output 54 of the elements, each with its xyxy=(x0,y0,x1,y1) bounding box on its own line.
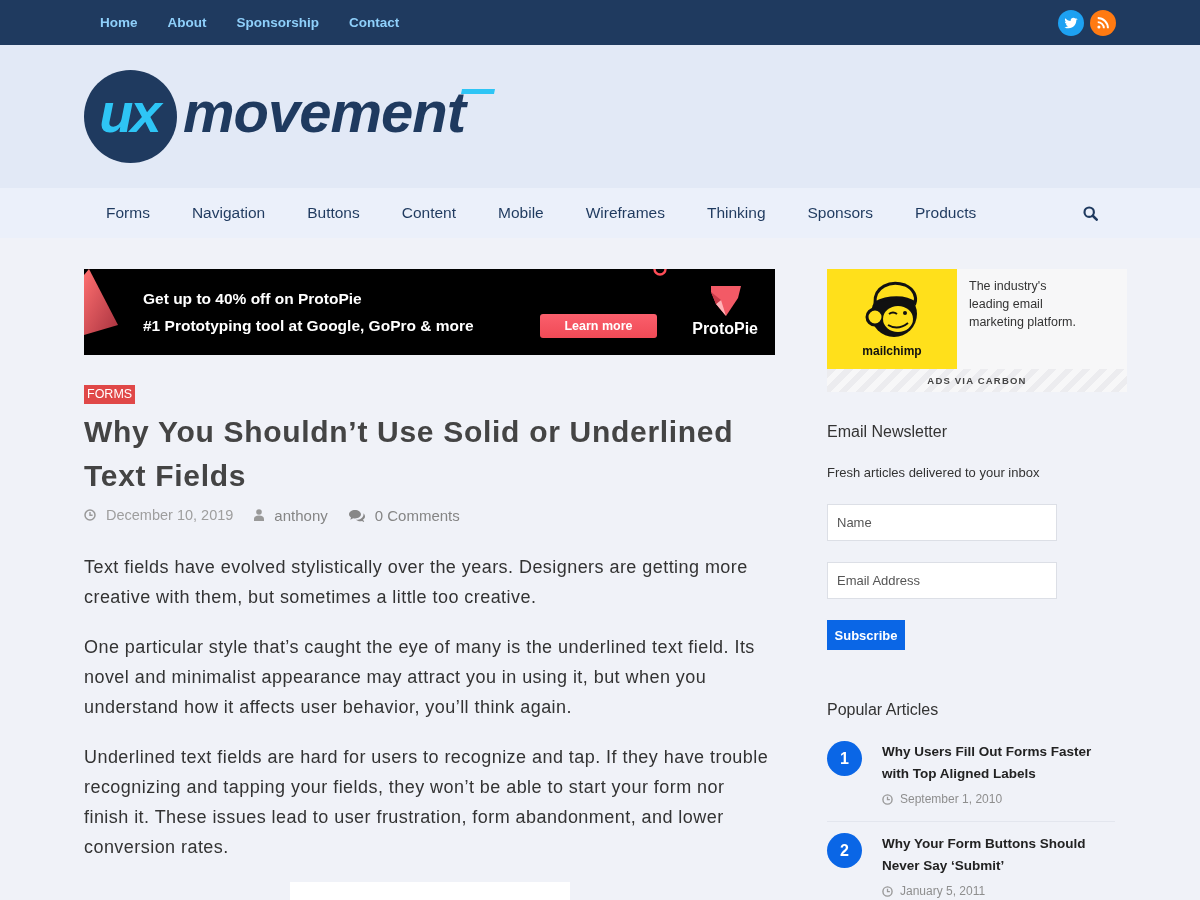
widget-description: Fresh articles delivered to your inbox xyxy=(827,465,1041,481)
clock-icon xyxy=(882,885,893,897)
nav-link[interactable]: About xyxy=(167,15,207,30)
rss-icon[interactable] xyxy=(1090,9,1116,36)
logo-wordmark[interactable]: movement xyxy=(183,82,466,151)
paragraph: Underlined text fields are hard for users to recognize and tap. If they have trouble recognizing and tapping your fields, they won’t be able to start your form nor finish it. These issues lead to user frustration, form abandonment, and lower conversion rates. xyxy=(84,746,770,859)
ring-icon xyxy=(653,269,667,276)
article-link[interactable]: Why Users Fill Out Forms Faster with Top Aligned Labels xyxy=(882,741,1115,785)
ad-card[interactable]: mailchimp The industry's leading email marketing platform. ADS VIA CARBON xyxy=(827,269,1127,392)
speech-bubbles-icon xyxy=(348,508,365,522)
nav-link[interactable]: Products xyxy=(894,204,998,222)
input-field[interactable]: Email Address xyxy=(827,562,1057,599)
post-date: January 5, 2011 xyxy=(900,884,986,898)
nav-link[interactable]: Content xyxy=(380,204,478,222)
nav-link[interactable]: Thinking xyxy=(685,204,787,222)
banner-ad[interactable]: Get up to 40% off on ProtoPie #1 Prototyping tool at Google, GoPro & more Learn more ProtoPie xyxy=(84,269,775,355)
post-date: December 10, 2019 xyxy=(106,507,234,523)
post-date: September 1, 2010 xyxy=(900,792,1003,806)
subscribe-button[interactable]: Subscribe xyxy=(827,620,905,650)
rank-badge: 2 xyxy=(827,833,862,868)
article-title: Why You Shouldn’t Use Solid or Underlined Text Fields xyxy=(84,414,735,494)
ad-logo-tile[interactable]: mailchimp xyxy=(827,269,957,369)
widget-title: Popular Articles xyxy=(827,700,940,720)
nav-link[interactable]: Home xyxy=(100,15,138,30)
nav-link[interactable]: Navigation xyxy=(170,204,287,222)
paragraph: Text fields have evolved stylistically over the years. Designers are getting more creative with them, but sometimes a little too creative. xyxy=(84,556,749,609)
nav-link[interactable]: Mobile xyxy=(477,204,565,222)
logo-badge[interactable]: ux xyxy=(84,70,177,163)
dash-icon xyxy=(461,89,496,94)
widget-title: Email Newsletter xyxy=(827,422,949,442)
nav-link[interactable]: Buttons xyxy=(286,204,381,222)
clock-icon xyxy=(882,793,893,805)
ad-headline: Get up to 40% off on ProtoPie xyxy=(143,288,363,308)
nav-link[interactable]: Forms xyxy=(85,204,171,222)
folded-shape-icon xyxy=(708,285,743,316)
ad-tagline: #1 Prototyping tool at Google, GoPro & more xyxy=(143,315,475,335)
user-icon xyxy=(254,509,265,521)
nav-link[interactable]: Sponsorship xyxy=(236,15,319,30)
ad-brand: ProtoPie xyxy=(692,318,758,339)
clock-icon xyxy=(84,509,96,521)
nav-link[interactable]: Sponsors xyxy=(786,204,894,222)
wedge-icon xyxy=(84,269,118,335)
nav-link[interactable]: Wireframes xyxy=(564,204,686,222)
article-link[interactable]: Why Your Form Buttons Should Never Say ‘Submit’ xyxy=(882,833,1115,877)
nav-link[interactable]: Contact xyxy=(349,15,400,30)
rank-badge: 1 xyxy=(827,741,862,776)
search-icon[interactable] xyxy=(1083,205,1098,221)
ad-brand: mailchimp xyxy=(862,345,922,358)
ad-attribution[interactable]: ADS VIA CARBON xyxy=(827,369,1127,392)
paragraph: One particular style that’s caught the eye of many is the underlined text field. Its novel and minimalist appearance may attract you in using it, but when you understand how it affects user behavior, you’ll think again. xyxy=(84,636,756,719)
ad-text[interactable]: The industry's leading email marketing platform. xyxy=(957,269,1088,369)
bird-icon[interactable] xyxy=(1058,9,1084,36)
input-field[interactable]: Name xyxy=(827,504,1057,541)
category-tag[interactable]: FORMS xyxy=(84,385,136,404)
